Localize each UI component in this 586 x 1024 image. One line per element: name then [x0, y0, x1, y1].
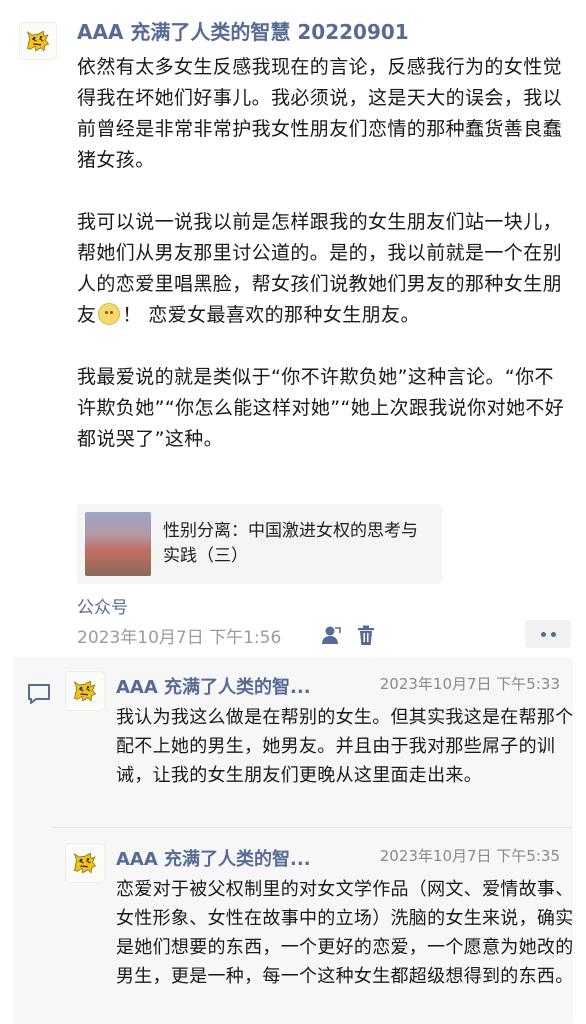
comment-author-name[interactable]: AAA 充满了人类的智... [116, 673, 311, 699]
comment-author-avatar[interactable] [65, 843, 105, 883]
post-paragraph-tail: ！ 恋爱女最喜欢的那种女生朋友。 [122, 304, 420, 326]
more-dot [540, 631, 546, 637]
trash-icon[interactable] [355, 624, 377, 646]
person-icon[interactable] [320, 624, 342, 646]
cat-avatar-icon [70, 848, 100, 878]
post-paragraph: 依然有太多女生反感我现在的言论，反感我行为的女性觉得我在坏她们好事儿。我必须说，… [77, 56, 563, 171]
shared-article-card[interactable]: 性别分离：中国激进女权的思考与实践（三） [77, 504, 442, 584]
comment-time: 2023年10月7日 下午5:33 [379, 675, 560, 693]
comment-text[interactable]: 恋爱对于被父权制里的对女文学作品（网文、爱情故事、女性形象、女性在故事中的立场）… [116, 875, 576, 991]
post-paragraph: 我最爱说的就是类似于“你不许欺负她”这种言论。“你不许欺负她”“你怎么能这样对她… [77, 366, 565, 450]
post-author-avatar[interactable] [19, 22, 57, 60]
comment-author-avatar[interactable] [65, 671, 105, 711]
post-paragraph: 我可以说一说我以前是怎样跟我的女生朋友们站一块儿，帮她们从男友那里讨公道的。是的… [77, 207, 573, 331]
cat-avatar-icon [70, 676, 100, 706]
article-thumbnail [85, 512, 151, 576]
comment-time: 2023年10月7日 下午5:35 [379, 847, 560, 865]
post-timestamp: 2023年10月7日 下午1:56 [77, 628, 282, 648]
source-label[interactable]: 公众号 [77, 593, 128, 618]
comment-author-name[interactable]: AAA 充满了人类的智... [116, 845, 311, 871]
post-author-name[interactable]: AAA 充满了人类的智慧 20220901 [77, 16, 409, 45]
comment-divider [53, 827, 573, 828]
post-body: 依然有太多女生反感我现在的言论，反感我行为的女性觉得我在坏她们好事儿。我必须说，… [77, 52, 573, 455]
comments-panel: AAA 充满了人类的智... 2023年10月7日 下午5:33 我认为我这么做… [13, 657, 573, 1024]
smile-emoji-icon [98, 303, 121, 325]
comment-text[interactable]: 我认为我这么做是在帮别的女生。但其实我这是在帮那个配不上她的男生，她男友。并且由… [116, 703, 576, 790]
comment-icon [28, 684, 50, 704]
more-actions-button[interactable] [525, 620, 571, 648]
article-title: 性别分离：中国激进女权的思考与实践（三） [163, 521, 418, 566]
cat-avatar-icon [23, 26, 53, 56]
more-dot [550, 631, 556, 637]
